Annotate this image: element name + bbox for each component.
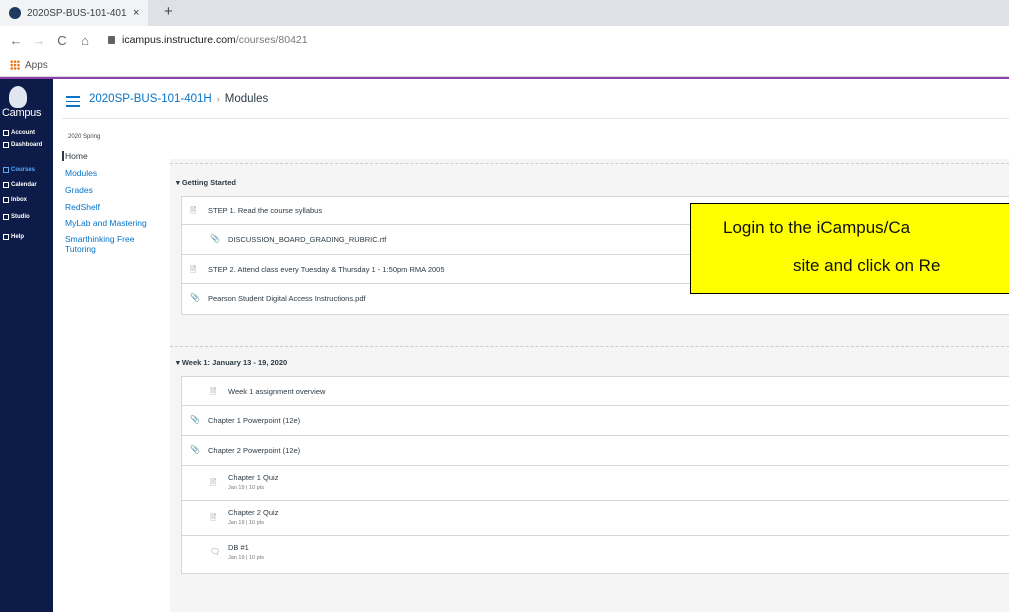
url-path: /courses/80421 xyxy=(235,34,308,46)
module-item-title[interactable]: Week 1 assignment overview xyxy=(228,387,325,396)
page-icon: 🗎 xyxy=(190,206,197,215)
calendar-icon xyxy=(3,182,9,188)
module-item-title[interactable]: Pearson Student Digital Access Instructi… xyxy=(208,294,366,303)
course-term: 2020 Spring xyxy=(68,134,101,140)
module-item-title[interactable]: Chapter 2 Powerpoint (12e) xyxy=(208,446,300,455)
module-item-title[interactable]: STEP 2. Attend class every Tuesday & Thu… xyxy=(208,265,445,274)
course-nav: Home Modules Grades RedShelf MyLab and Maste… xyxy=(62,151,162,254)
global-nav-help[interactable]: Help xyxy=(3,234,24,240)
favicon-icon xyxy=(9,7,21,19)
module-item[interactable]: 🖹 Chapter 1 Quiz Jan 19 | 10 pts xyxy=(182,466,1009,501)
quiz-icon: 🖹 xyxy=(210,478,217,487)
course-nav-home[interactable]: Home xyxy=(62,151,162,161)
home-icon[interactable]: ⌂ xyxy=(78,33,92,48)
attachment-icon: 📎 xyxy=(190,293,200,302)
campus-logo-text: Campus xyxy=(2,107,42,119)
course-nav-grades[interactable]: Grades xyxy=(62,185,162,195)
module-item[interactable]: 📎 Chapter 2 Powerpoint (12e) xyxy=(182,436,1009,466)
breadcrumb-separator: › xyxy=(216,94,220,104)
studio-icon xyxy=(3,214,9,220)
global-nav-calendar[interactable]: Calendar xyxy=(3,182,37,188)
course-nav-smarthinking-free-tutoring[interactable]: Smarthinking Free Tutoring xyxy=(62,234,155,254)
new-tab-icon[interactable]: + xyxy=(164,3,173,20)
module-item[interactable]: 🖹 Chapter 2 Quiz Jan 19 | 10 pts xyxy=(182,501,1009,536)
discussion-icon: 🗨 xyxy=(210,547,221,556)
course-nav-modules[interactable]: Modules xyxy=(62,168,162,178)
callout-line-2: site and click on Re xyxy=(793,256,941,275)
address-bar[interactable]: icampus.instructure.com/courses/80421 xyxy=(122,34,308,46)
breadcrumb-current-page: Modules xyxy=(224,93,269,105)
bookmarks-bar: Apps xyxy=(0,54,1009,77)
global-nav-inbox[interactable]: Inbox xyxy=(3,197,27,203)
global-nav-dashboard[interactable]: Dashboard xyxy=(3,142,42,148)
browser-tab-bar: 2020SP-BUS-101-401H : Intro to × + xyxy=(0,0,1009,26)
module-item-title[interactable]: DB #1 xyxy=(228,543,249,552)
global-nav-account[interactable]: Account xyxy=(3,130,35,136)
campus-logo-icon[interactable] xyxy=(9,86,27,108)
global-nav-studio[interactable]: Studio xyxy=(3,214,30,220)
url-host: icampus.instructure.com xyxy=(122,34,236,46)
module-item-title[interactable]: DISCUSSION_BOARD_GRADING_RUBRIC.rtf xyxy=(228,235,386,244)
global-nav-label: Calendar xyxy=(11,182,37,188)
module-item-title[interactable]: Chapter 1 Quiz xyxy=(228,473,278,482)
module: ▾ Week 1: January 13 - 19, 2020 🗎 Week 1 a… xyxy=(170,346,1009,574)
course-nav-redshelf[interactable]: RedShelf xyxy=(62,202,162,212)
inbox-icon xyxy=(3,197,9,203)
hamburger-menu-icon[interactable] xyxy=(66,96,80,107)
module-item-title[interactable]: Chapter 1 Powerpoint (12e) xyxy=(208,416,300,425)
dashboard-icon xyxy=(3,142,9,148)
browser-tab[interactable]: 2020SP-BUS-101-401H : Intro to × xyxy=(0,0,148,26)
module: ▾ Getting Started 🗎 STEP 1. Read the cours… xyxy=(170,163,1009,315)
attachment-icon: 📎 xyxy=(210,234,220,243)
header-divider xyxy=(62,118,1009,119)
module-title[interactable]: ▾ Getting Started xyxy=(176,178,236,187)
breadcrumb: 2020SP-BUS-101-401H › Modules xyxy=(89,93,268,105)
page-icon: 🗎 xyxy=(190,265,197,274)
account-icon xyxy=(3,130,9,136)
module-item[interactable]: 🗨 DB #1 Jan 19 | 10 pts xyxy=(182,536,1009,573)
module-item[interactable]: 🗎 Week 1 assignment overview xyxy=(182,377,1009,406)
module-title[interactable]: ▾ Week 1: January 13 - 19, 2020 xyxy=(176,358,287,367)
module-item[interactable]: 📎 Chapter 1 Powerpoint (12e) xyxy=(182,406,1009,436)
course-nav-mylab-and-mastering[interactable]: MyLab and Mastering xyxy=(62,218,155,228)
module-item-meta: Jan 19 | 10 pts xyxy=(228,485,264,491)
browser-toolbar: ← → C ⌂ icampus.instructure.com/courses/… xyxy=(0,26,1009,54)
breadcrumb-course-link[interactable]: 2020SP-BUS-101-401H xyxy=(89,93,212,105)
browser-tab-title: 2020SP-BUS-101-401H : Intro to xyxy=(27,7,127,19)
module-items: 🗎 Week 1 assignment overview 📎 Chapter 1 Po… xyxy=(181,376,1009,574)
help-icon xyxy=(3,234,9,240)
page-icon: 🗎 xyxy=(210,387,217,396)
apps-bookmark[interactable]: Apps xyxy=(25,60,48,71)
attachment-icon: 📎 xyxy=(190,445,200,454)
global-nav-label: Account xyxy=(11,130,35,136)
attachment-icon: 📎 xyxy=(190,415,200,424)
module-item-meta: Jan 19 | 10 pts xyxy=(228,520,264,526)
quiz-icon: 🖹 xyxy=(210,513,217,522)
back-icon[interactable]: ← xyxy=(9,33,23,48)
instruction-callout: Login to the iCampus/Ca site and click o… xyxy=(690,203,1009,294)
global-nav-courses[interactable]: Courses xyxy=(3,167,35,173)
module-item-meta: Jan 19 | 10 pts xyxy=(228,555,264,561)
global-nav-label: Courses xyxy=(11,167,36,173)
global-nav: Campus Account Dashboard Courses Calendar In… xyxy=(0,79,53,612)
global-nav-label: Inbox xyxy=(11,197,27,203)
apps-grid-icon[interactable] xyxy=(10,60,20,70)
callout-line-1: Login to the iCampus/Ca xyxy=(723,218,911,237)
global-nav-label: Studio xyxy=(11,214,30,220)
courses-icon xyxy=(3,167,9,173)
module-item-title[interactable]: STEP 1. Read the course syllabus xyxy=(208,206,322,215)
accent-divider xyxy=(0,77,1009,79)
global-nav-label: Dashboard xyxy=(11,142,43,148)
module-item-title[interactable]: Chapter 2 Quiz xyxy=(228,508,278,517)
close-tab-icon[interactable]: × xyxy=(133,7,139,19)
global-nav-label: Help xyxy=(11,234,25,240)
lock-icon xyxy=(108,36,115,44)
forward-icon[interactable]: → xyxy=(32,33,46,48)
reload-icon[interactable]: C xyxy=(55,33,69,48)
